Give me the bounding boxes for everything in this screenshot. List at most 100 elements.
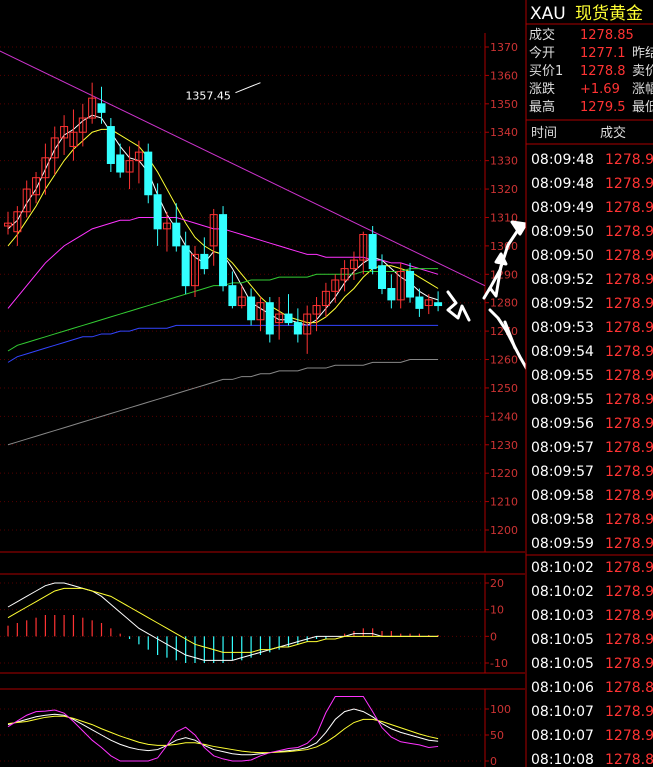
tick-row-time: 08:09:53 [531, 320, 594, 336]
candle-body [181, 245, 190, 287]
quote-label-secondary: 最低 [632, 100, 653, 115]
tick-row-price: 1278.94 [605, 536, 653, 552]
tick-row-time: 08:10:05 [531, 656, 594, 672]
candle-body [293, 322, 302, 335]
quote-label: 成交 [529, 27, 555, 43]
candle-body [97, 103, 106, 113]
tick-row-time: 08:09:48 [531, 152, 594, 168]
price-tick-label: 1220 [490, 467, 518, 480]
tick-row-price: 1278.97 [605, 512, 653, 528]
tick-row-price: 1278.94 [605, 488, 653, 504]
tick-row-price: 1278.97 [605, 608, 653, 624]
quote-label-secondary: 卖价 [632, 64, 653, 79]
tick-row-price: 1278.96 [605, 296, 653, 312]
high-annotation-label: 1357.45 [185, 90, 231, 103]
quote-value: 1278.85 [580, 28, 634, 43]
symbol-code: XAU [530, 4, 566, 24]
tick-row-price: 1278.95 [605, 176, 653, 192]
kdj-line-d [7, 715, 439, 754]
price-tick-label: 1200 [490, 524, 518, 537]
macd-tick-label: -10 [490, 657, 508, 670]
candle-body [106, 126, 115, 164]
high-annotation-leader [235, 82, 261, 94]
candle-body [415, 296, 424, 309]
ticks-header-price: 成交 [600, 125, 626, 141]
price-tick-label: 1370 [490, 41, 518, 54]
quote-label-secondary: 昨结 [632, 46, 653, 61]
candle-body [406, 270, 415, 298]
tick-row-price: 1278.99 [605, 656, 653, 672]
tick-row-time: 08:09:58 [531, 512, 594, 528]
tick-row-price: 1278.92 [605, 248, 653, 264]
kdj-tick-label: 100 [490, 703, 511, 716]
candle-body [153, 194, 162, 230]
tick-row-price: 1278.95 [605, 560, 653, 576]
tick-row-price: 1278.96 [605, 152, 653, 168]
tick-row-price: 1278.97 [605, 224, 653, 240]
candle-body [284, 313, 293, 324]
resistance-trendline [0, 50, 486, 287]
tick-row-price: 1278.97 [605, 416, 653, 432]
tick-row-time: 08:09:56 [531, 416, 594, 432]
candle-body [265, 302, 274, 335]
price-tick-label: 1350 [490, 98, 518, 111]
tick-row-price: 1278.98 [605, 632, 653, 648]
quote-value: 1279.5 [580, 100, 626, 115]
tick-row-price: 1278.97 [605, 368, 653, 384]
tick-row-time: 08:09:54 [531, 344, 594, 360]
price-tick-label: 1280 [490, 297, 518, 310]
candle-body [172, 222, 181, 247]
tick-row-time: 08:09:57 [531, 464, 594, 480]
quote-label: 买价1 [529, 64, 563, 79]
zigzag-arrow-1 [446, 290, 471, 322]
macd-panel [0, 573, 525, 674]
tick-row-time: 08:10:02 [531, 560, 594, 576]
tick-row-time: 08:09:50 [531, 224, 594, 240]
tick-row-price: 1278.89 [605, 680, 653, 696]
kdj-tick-label: 50 [490, 729, 504, 742]
tick-row-time: 08:10:03 [531, 608, 594, 624]
tick-row-time: 08:09:49 [531, 200, 594, 216]
tick-row-price: 1278.87 [605, 752, 653, 767]
quote-value: +1.69 [580, 82, 620, 97]
price-tick-label: 1250 [490, 382, 518, 395]
tick-row-time: 08:09:55 [531, 392, 594, 408]
candle-body [434, 302, 443, 307]
price-line-ma-gray [7, 359, 439, 446]
tick-row-price: 1278.99 [605, 440, 653, 456]
candle-body [378, 265, 386, 290]
candle-body [368, 234, 377, 270]
tick-row-time: 08:10:07 [531, 728, 594, 744]
tick-row-time: 08:10:07 [531, 704, 594, 720]
tick-row-price: 1278.98 [605, 344, 653, 360]
tick-row-price: 1278.99 [605, 584, 653, 600]
tick-row-price: 1278.97 [605, 464, 653, 480]
tick-row-time: 08:10:05 [531, 632, 594, 648]
candle-body [247, 296, 256, 321]
candle-body [144, 151, 153, 196]
price-tick-label: 1230 [490, 439, 518, 452]
price-tick-label: 1300 [490, 240, 518, 253]
tick-row-time: 08:10:06 [531, 680, 594, 696]
tick-row-time: 08:09:58 [531, 488, 594, 504]
quote-label: 今开 [529, 45, 555, 61]
tick-row-time: 08:10:02 [531, 584, 594, 600]
tick-row-time: 08:10:08 [531, 752, 594, 767]
tick-row-time: 08:09:52 [531, 296, 594, 312]
tick-row-time: 08:09:48 [531, 176, 594, 192]
price-tick-label: 1360 [490, 69, 518, 82]
chart-canvas: 1370136013501340133013201310130012901280… [0, 0, 653, 767]
symbol-name: 现货黄金 [575, 4, 643, 24]
quote-value: 1277.1 [580, 46, 626, 61]
tick-row-price: 1278.98 [605, 392, 653, 408]
macd-tick-label: 20 [490, 577, 504, 590]
ticks-header-time: 时间 [531, 126, 557, 141]
candle-body [387, 288, 396, 301]
quote-label-secondary: 涨幅 [632, 82, 653, 97]
candle-body [219, 214, 228, 287]
tick-row-time: 08:09:59 [531, 536, 594, 552]
tick-row-price: 1278.90 [605, 728, 653, 744]
tick-row-time: 08:09:55 [531, 368, 594, 384]
tick-row-time: 08:09:57 [531, 440, 594, 456]
price-tick-label: 1320 [490, 183, 518, 196]
